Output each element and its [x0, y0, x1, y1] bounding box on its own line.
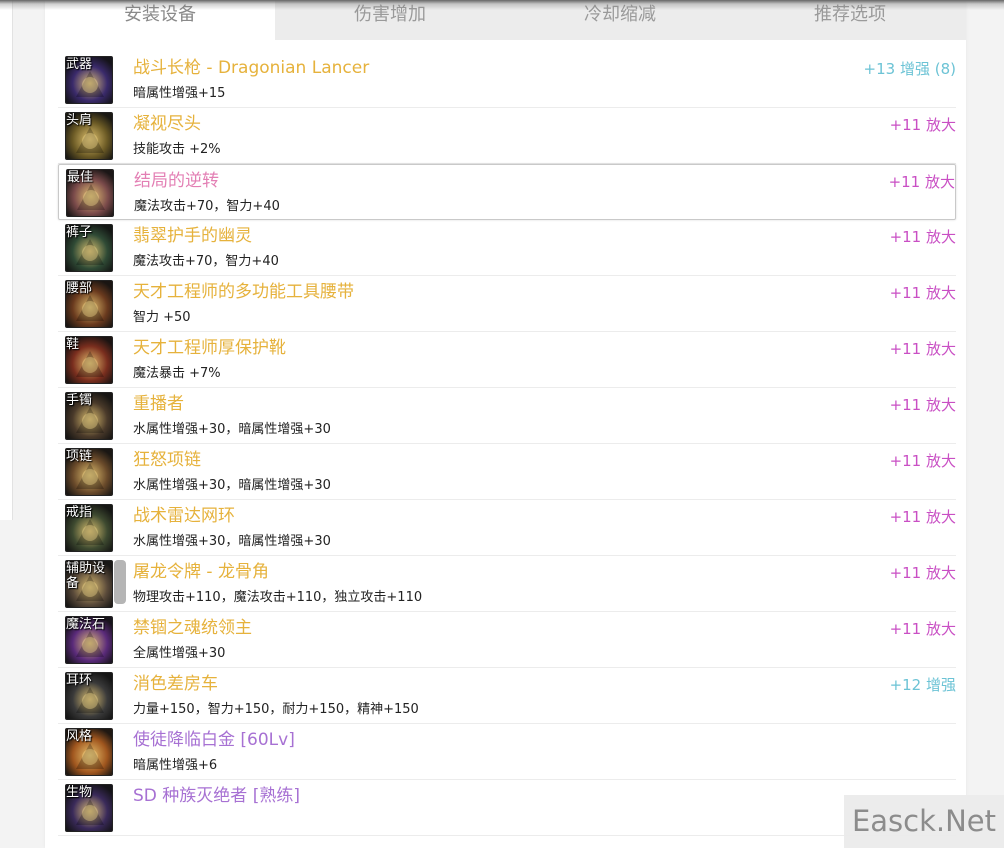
item-name[interactable]: 屠龙令牌 - 龙骨角 [133, 561, 269, 583]
item-stat: 技能攻击 +2% [133, 142, 221, 157]
equipment-row[interactable]: 武器 战斗长枪 - Dragonian Lancer 暗属性增强+15 +13 增强 … [58, 52, 956, 108]
item-stat: 魔法攻击+70，智力+40 [133, 254, 279, 269]
equipment-list: 武器 战斗长枪 - Dragonian Lancer 暗属性增强+15 +13 增强 … [58, 52, 956, 836]
enhance-level: +11 放大 [889, 620, 956, 638]
equipment-row[interactable]: 风格 使徒降临白金 [60Lv] 暗属性增强+6 [58, 724, 956, 780]
item-stat: 水属性增强+30，暗属性增强+30 [133, 534, 331, 549]
ring-icon[interactable]: 戒指 [65, 504, 113, 552]
item-stat: 水属性增强+30，暗属性增强+30 [133, 478, 331, 493]
top-edge-shadow [0, 0, 1004, 10]
equipment-row[interactable]: 魔法石 禁锢之魂统领主全属性增强+30 +11 放大 [58, 612, 956, 668]
item-name[interactable]: 翡翠护手的幽灵 [133, 225, 252, 247]
belt-icon[interactable]: 腰部 [65, 280, 113, 328]
enhance-level: +11 放大 [889, 564, 956, 582]
equipment-row[interactable]: 项链 狂怒项链水属性增强+30，暗属性增强+30 +11 放大 [58, 444, 956, 500]
scrollbar-thumb[interactable] [114, 560, 126, 604]
slot-label: 手镯 [66, 393, 93, 408]
item-stat: 智力 +50 [133, 310, 191, 325]
slot-label: 裤子 [66, 225, 93, 240]
equipment-row[interactable]: 生物 SD 种族灭绝者 [熟练] [58, 780, 956, 836]
necklace-icon[interactable]: 项链 [65, 448, 113, 496]
enhance-level: +11 放大 [889, 284, 956, 302]
equipment-panel: 安装设备 伤害增加 冷却缩减 推荐选项 武器 战斗长枪 - Dragonian L… [45, 0, 966, 848]
enhance-level: +11 放大 [889, 228, 956, 246]
equipment-row[interactable]: 腰部 天才工程师的多功能工具腰带智力 +50 +11 放大 [58, 276, 956, 332]
item-name[interactable]: 天才工程师厚保护靴 [133, 337, 286, 359]
enhance-level: +13 增强 (8) [863, 60, 956, 78]
enhance-level: +11 放大 [889, 508, 956, 526]
item-name[interactable]: 使徒降临白金 [60Lv] [133, 729, 295, 751]
equipment-row[interactable]: 最佳 结局的逆转魔法攻击+70，智力+40 +11 放大 [58, 164, 956, 220]
watermark: Easck.Net [844, 795, 1004, 848]
slot-label: 项链 [66, 449, 93, 464]
emblem-icon[interactable]: 风格 [65, 728, 113, 776]
item-stat: 全属性增强+30 [133, 646, 226, 661]
slot-label: 风格 [66, 729, 93, 744]
horn-icon[interactable]: 辅助设备 [65, 560, 113, 608]
item-name[interactable]: 结局的逆转 [134, 170, 219, 192]
enhance-level: +11 放大 [889, 340, 956, 358]
bracelet-icon[interactable]: 手镯 [65, 392, 113, 440]
enhance-level: +11 放大 [889, 396, 956, 414]
item-stat: 暗属性增强+15 [133, 86, 226, 101]
slot-label: 武器 [66, 57, 93, 72]
item-stat: 力量+150，智力+150，耐力+150，精神+150 [133, 702, 419, 717]
item-name[interactable]: 天才工程师的多功能工具腰带 [133, 281, 354, 303]
enhance-level: +11 放大 [889, 116, 956, 134]
equipment-row[interactable]: 手镯 重播者水属性增强+30，暗属性增强+30 +11 放大 [58, 388, 956, 444]
earring-icon[interactable]: 耳环 [65, 672, 113, 720]
enhance-level: +11 放大 [889, 452, 956, 470]
pants-icon[interactable]: 裤子 [65, 224, 113, 272]
slot-label: 魔法石 [66, 617, 106, 632]
equipment-row[interactable]: 辅助设备 屠龙令牌 - 龙骨角物理攻击+110，魔法攻击+110，独立攻击+110… [58, 556, 956, 612]
slot-label: 戒指 [66, 505, 93, 520]
slot-label: 腰部 [66, 281, 93, 296]
lance-icon[interactable]: 武器 [65, 56, 113, 104]
item-stat: 暗属性增强+6 [133, 758, 218, 773]
equipment-row[interactable]: 戒指 战术雷达网环水属性增强+30，暗属性增强+30 +11 放大 [58, 500, 956, 556]
enhance-level: +11 放大 [888, 173, 955, 191]
item-name[interactable]: 重播者 [133, 393, 184, 415]
enhance-level: +12 增强 [889, 676, 956, 694]
item-name[interactable]: 战术雷达网环 [133, 505, 235, 527]
item-name[interactable]: 消色差房车 [133, 673, 218, 695]
item-stat: 魔法暴击 +7% [133, 366, 221, 381]
item-name[interactable]: 凝视尽头 [133, 113, 201, 135]
top-armor-icon[interactable]: 最佳 [66, 169, 114, 217]
item-name[interactable]: 战斗长枪 - Dragonian Lancer [133, 57, 369, 79]
creature-icon[interactable]: 生物 [65, 784, 113, 832]
equipment-row[interactable]: 耳环 消色差房车力量+150，智力+150，耐力+150，精神+150 +12 增强 [58, 668, 956, 724]
slot-label: 鞋 [66, 337, 80, 352]
item-name[interactable]: 禁锢之魂统领主 [133, 617, 252, 639]
item-name[interactable]: SD 种族灭绝者 [熟练] [133, 785, 300, 807]
slot-label: 辅助设备 [66, 561, 106, 591]
equipment-row[interactable]: 头肩 凝视尽头技能攻击 +2% +11 放大 [58, 108, 956, 164]
shoulder-icon[interactable]: 头肩 [65, 112, 113, 160]
equipment-row[interactable]: 鞋 天才工程师厚保护靴魔法暴击 +7% +11 放大 [58, 332, 956, 388]
magic-stone-icon[interactable]: 魔法石 [65, 616, 113, 664]
boots-icon[interactable]: 鞋 [65, 336, 113, 384]
slot-label: 最佳 [67, 170, 94, 185]
left-side-panel [0, 0, 13, 520]
slot-label: 耳环 [66, 673, 93, 688]
equipment-row[interactable]: 裤子 翡翠护手的幽灵魔法攻击+70，智力+40 +11 放大 [58, 220, 956, 276]
item-name[interactable]: 狂怒项链 [133, 449, 201, 471]
item-stat: 水属性增强+30，暗属性增强+30 [133, 422, 331, 437]
slot-label: 头肩 [66, 113, 93, 128]
slot-label: 生物 [66, 785, 93, 800]
item-stat: 物理攻击+110，魔法攻击+110，独立攻击+110 [133, 590, 423, 605]
item-stat: 魔法攻击+70，智力+40 [134, 199, 280, 214]
